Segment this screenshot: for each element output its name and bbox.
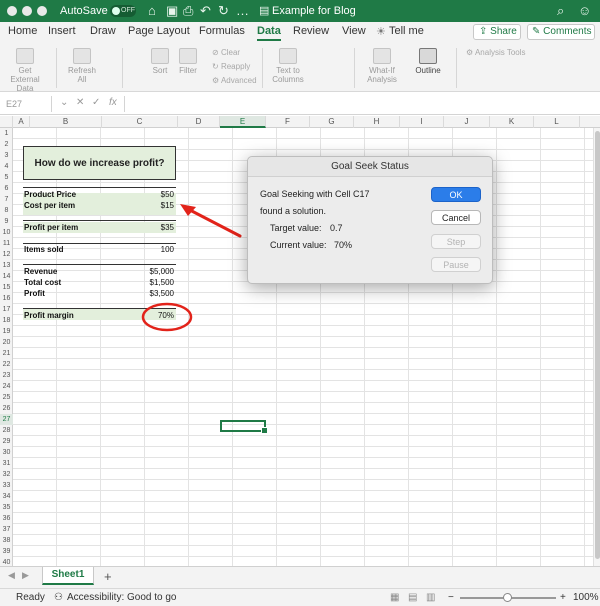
vertical-scrollbar[interactable] bbox=[593, 128, 600, 566]
next-sheet-icon[interactable]: ▶ bbox=[22, 570, 29, 581]
current-value: 70% bbox=[334, 240, 353, 250]
zoom-out-button[interactable]: − bbox=[448, 592, 454, 603]
page-layout-view-icon[interactable]: ▤ bbox=[408, 592, 417, 603]
target-value-label: Target value: bbox=[270, 223, 322, 233]
annotation-layer bbox=[141, 204, 242, 332]
sheet-tab-sheet1[interactable]: Sheet1 bbox=[42, 567, 94, 585]
zoom-in-button[interactable]: + bbox=[560, 592, 566, 603]
add-sheet-button[interactable]: + bbox=[104, 569, 112, 584]
dialog-message: found a solution. bbox=[260, 206, 327, 216]
zoom-level[interactable]: 100% bbox=[573, 592, 599, 603]
normal-view-icon[interactable]: ▦ bbox=[390, 592, 399, 603]
dialog-message: Goal Seeking with Cell C17 bbox=[260, 189, 370, 199]
ready-status: Ready bbox=[16, 592, 45, 603]
previous-sheet-icon[interactable]: ◀ bbox=[8, 570, 15, 581]
zoom-slider[interactable] bbox=[460, 593, 556, 602]
zoom-slider-knob[interactable] bbox=[503, 593, 512, 602]
cancel-button[interactable]: Cancel bbox=[431, 210, 481, 225]
status-bar: Ready ⚇ Accessibility: Good to go ▦ ▤ ▥ … bbox=[0, 588, 600, 606]
target-value: 0.7 bbox=[330, 223, 343, 233]
step-button[interactable]: Step bbox=[431, 234, 481, 249]
pause-button[interactable]: Pause bbox=[431, 257, 481, 272]
goal-seek-status-dialog: Goal Seek Status Goal Seeking with Cell … bbox=[247, 156, 493, 284]
red-circle-annotation bbox=[141, 302, 193, 332]
accessibility-status[interactable]: Accessibility: Good to go bbox=[67, 592, 177, 603]
accessibility-icon[interactable]: ⚇ bbox=[54, 592, 63, 603]
scrollbar-thumb[interactable] bbox=[595, 131, 600, 559]
dialog-title: Goal Seek Status bbox=[248, 157, 492, 177]
sheet-tab-bar: ◀ ▶ Sheet1 + bbox=[0, 566, 600, 588]
active-cell[interactable] bbox=[220, 420, 268, 434]
page-break-view-icon[interactable]: ▥ bbox=[426, 592, 435, 603]
red-arrow-annotation bbox=[180, 204, 242, 238]
ok-button[interactable]: OK bbox=[431, 187, 481, 202]
current-value-label: Current value: bbox=[270, 240, 327, 250]
